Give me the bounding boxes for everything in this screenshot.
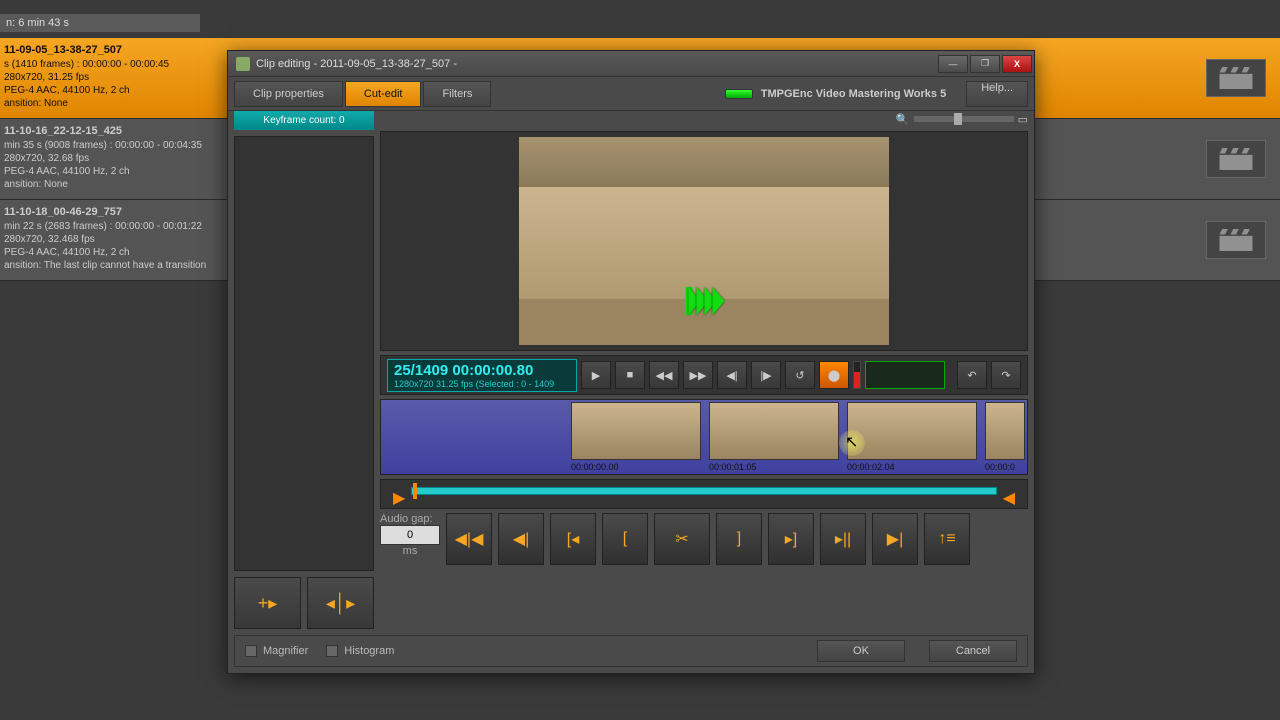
keyframe-list[interactable] <box>234 136 374 571</box>
rewind-button[interactable]: ◀◀ <box>649 361 679 389</box>
app-icon <box>236 57 250 71</box>
window-title: Clip editing - 2011-09-05_13-38-27_507 - <box>256 58 936 70</box>
playback-panel: 25/1409 00:00:00.80 1280x720 31.25 fps (… <box>380 355 1028 395</box>
prev-split-button[interactable]: ◀|◀ <box>446 513 492 565</box>
zoom-slider[interactable] <box>914 116 1014 122</box>
thumb-3[interactable]: 00:00:0 <box>985 402 1025 472</box>
thumb-1[interactable]: 00:00:01.05 <box>709 402 839 472</box>
playhead-icon[interactable] <box>413 483 417 499</box>
audio-level-icon <box>853 361 861 389</box>
histogram-checkbox[interactable]: Histogram <box>326 645 394 657</box>
thumb-2[interactable]: 00:00:02.04 <box>847 402 977 472</box>
keyframe-count: Keyframe count: 0 <box>234 111 374 130</box>
audio-meter <box>865 361 945 389</box>
clapperboard-icon <box>1206 140 1266 178</box>
audio-gap-input[interactable] <box>380 525 440 545</box>
ok-button[interactable]: OK <box>817 640 905 662</box>
bracket-in-button[interactable]: [ <box>602 513 648 565</box>
timecode-display: 25/1409 00:00:00.80 1280x720 31.25 fps (… <box>387 359 577 392</box>
thumbnail-strip[interactable]: 00:00:00.00 00:00:01.05 00:00:02.04 00:0… <box>380 399 1028 475</box>
preview-panel <box>380 131 1028 351</box>
titlebar[interactable]: Clip editing - 2011-09-05_13-38-27_507 -… <box>228 51 1034 77</box>
audio-gap-field: Audio gap: ms <box>380 513 440 565</box>
play-button[interactable]: ▶ <box>581 361 611 389</box>
clip-editing-dialog: Clip editing - 2011-09-05_13-38-27_507 -… <box>227 50 1035 674</box>
chapter-list-button[interactable]: ↑≡ <box>924 513 970 565</box>
add-keyframe-button[interactable]: +▸ <box>234 577 301 629</box>
tab-filters[interactable]: Filters <box>423 81 491 107</box>
cursor-icon: ↖ <box>845 432 858 452</box>
thumb-0[interactable]: 00:00:00.00 <box>571 402 701 472</box>
clapperboard-icon <box>1206 59 1266 97</box>
loop-button[interactable]: ↺ <box>785 361 815 389</box>
undo-button[interactable]: ↶ <box>957 361 987 389</box>
pause-button[interactable]: ▸|| <box>820 513 866 565</box>
split-keyframe-button[interactable]: ◂│▸ <box>307 577 374 629</box>
step-fwd-button[interactable]: |▶ <box>751 361 781 389</box>
maximize-button[interactable]: ❐ <box>970 55 1000 73</box>
picture-icon: ▭ <box>1018 113 1028 126</box>
brand-label: TMPGEnc Video Mastering Works 5 <box>761 88 946 100</box>
redo-button[interactable]: ↷ <box>991 361 1021 389</box>
bracket-out-button[interactable]: ] <box>716 513 762 565</box>
record-button[interactable]: ⬤ <box>819 361 849 389</box>
help-button[interactable]: Help... <box>966 81 1028 107</box>
in-marker-icon[interactable]: ▶ <box>393 488 405 508</box>
stop-button[interactable]: ■ <box>615 361 645 389</box>
step-back-button[interactable]: ◀| <box>717 361 747 389</box>
dialog-footer: Magnifier Histogram OK Cancel <box>234 635 1028 667</box>
tab-bar: Clip properties Cut-edit Filters TMPGEnc… <box>228 77 1034 111</box>
magnifier-icon: 🔍 <box>896 113 910 126</box>
forward-button[interactable]: ▶▶ <box>683 361 713 389</box>
status-led-icon <box>725 89 753 99</box>
fast-forward-overlay-icon <box>686 287 723 315</box>
clapperboard-icon <box>1206 221 1266 259</box>
set-in-button[interactable]: [◂ <box>550 513 596 565</box>
preview-image <box>519 137 889 345</box>
set-out-button[interactable]: ▸] <box>768 513 814 565</box>
tab-cut-edit[interactable]: Cut-edit <box>345 81 422 107</box>
next-frame-button[interactable]: ▶| <box>872 513 918 565</box>
duration-header: n: 6 min 43 s <box>0 14 200 32</box>
close-button[interactable]: X <box>1002 55 1032 73</box>
cancel-button[interactable]: Cancel <box>929 640 1017 662</box>
range-bar[interactable]: ▶ ◀ <box>380 479 1028 509</box>
magnifier-checkbox[interactable]: Magnifier <box>245 645 308 657</box>
prev-frame-button[interactable]: ◀| <box>498 513 544 565</box>
tab-clip-properties[interactable]: Clip properties <box>234 81 343 107</box>
cut-button[interactable]: ✂ <box>654 513 710 565</box>
minimize-button[interactable]: — <box>938 55 968 73</box>
out-marker-icon[interactable]: ◀ <box>1003 488 1015 508</box>
